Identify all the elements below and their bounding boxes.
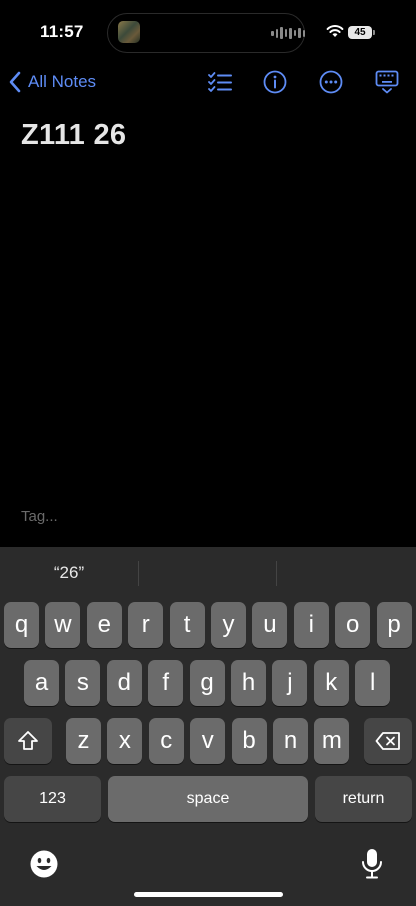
key-p[interactable]: p <box>376 602 412 648</box>
backspace-icon <box>375 732 400 750</box>
key-g[interactable]: g <box>189 660 225 706</box>
key-h[interactable]: h <box>231 660 266 706</box>
audio-waveform-icon <box>271 26 305 40</box>
shift-key[interactable] <box>4 718 52 764</box>
key-w[interactable]: w <box>45 602 81 648</box>
key-j[interactable]: j <box>272 660 308 706</box>
back-label: All Notes <box>28 72 97 91</box>
note-title[interactable]: Z111 26 <box>21 119 126 152</box>
key-f[interactable]: f <box>148 660 184 706</box>
key-x[interactable]: x <box>107 718 143 764</box>
prediction-empty-slot[interactable] <box>139 555 276 591</box>
key-t[interactable]: t <box>169 602 205 648</box>
key-o[interactable]: o <box>335 602 371 648</box>
ellipsis-circle-icon <box>319 70 343 94</box>
numbers-key[interactable]: 123 <box>4 776 101 822</box>
battery-cap <box>373 30 375 35</box>
info-icon <box>263 70 287 94</box>
chevron-left-icon <box>9 71 21 93</box>
key-q[interactable]: q <box>4 602 39 648</box>
tag-field[interactable]: Tag... <box>21 508 58 525</box>
shift-icon <box>18 731 38 750</box>
key-m[interactable]: m <box>314 718 350 764</box>
checklist-button[interactable] <box>204 66 236 98</box>
now-playing-artwork[interactable] <box>118 21 140 43</box>
prediction-empty-slot[interactable] <box>277 555 416 591</box>
prediction-suggestion[interactable]: “26” <box>0 555 138 591</box>
key-c[interactable]: c <box>148 718 184 764</box>
key-r[interactable]: r <box>128 602 164 648</box>
wifi-icon <box>326 25 344 37</box>
key-l[interactable]: l <box>355 660 391 706</box>
keyboard-dismiss-icon <box>375 70 399 94</box>
checklist-icon <box>208 72 232 92</box>
home-indicator[interactable] <box>134 892 283 897</box>
key-s[interactable]: s <box>65 660 101 706</box>
return-key[interactable]: return <box>315 776 412 822</box>
key-e[interactable]: e <box>86 602 122 648</box>
status-time: 11:57 <box>40 22 84 41</box>
key-d[interactable]: d <box>106 660 142 706</box>
key-i[interactable]: i <box>293 602 329 648</box>
key-b[interactable]: b <box>231 718 267 764</box>
key-k[interactable]: k <box>313 660 349 706</box>
key-z[interactable]: z <box>66 718 101 764</box>
key-a[interactable]: a <box>24 660 59 706</box>
delete-key[interactable] <box>364 718 412 764</box>
back-button[interactable]: All Notes <box>8 68 96 96</box>
more-button[interactable] <box>315 66 347 98</box>
info-button[interactable] <box>259 66 291 98</box>
space-key[interactable]: space <box>108 776 308 822</box>
key-v[interactable]: v <box>190 718 226 764</box>
hide-keyboard-button[interactable] <box>371 66 403 98</box>
key-u[interactable]: u <box>252 602 288 648</box>
battery-indicator: 45 <box>348 26 372 39</box>
key-y[interactable]: y <box>211 602 246 648</box>
microphone-icon[interactable] <box>360 848 384 880</box>
key-n[interactable]: n <box>273 718 308 764</box>
emoji-icon[interactable] <box>29 849 59 879</box>
